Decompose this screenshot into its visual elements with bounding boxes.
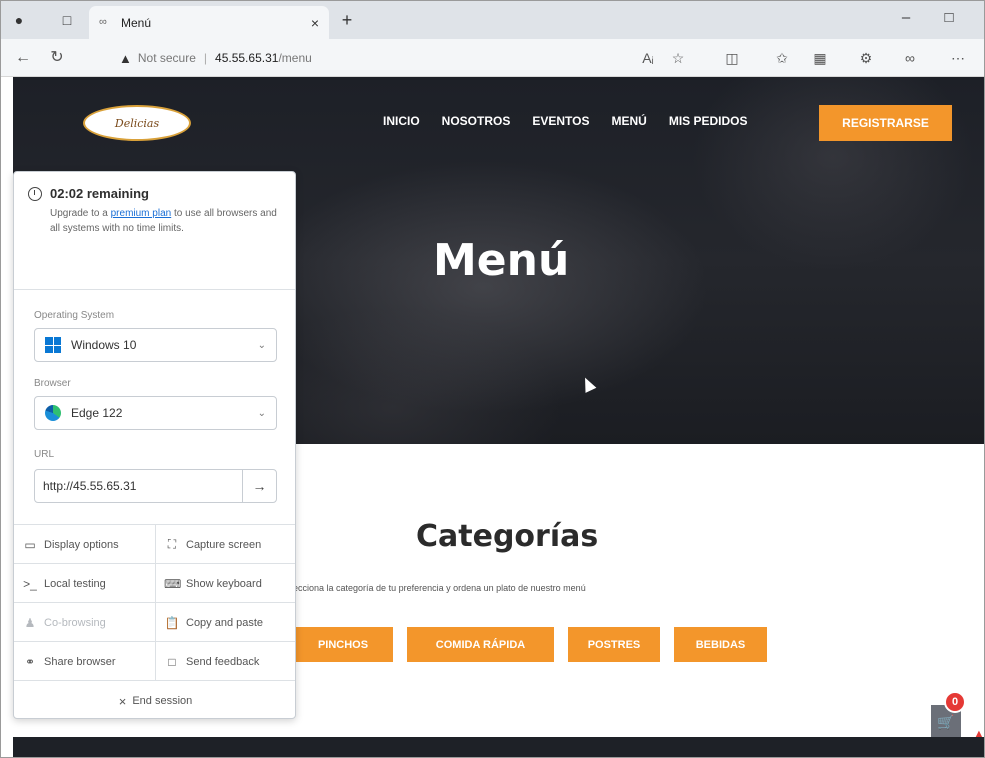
- nav-mis-pedidos[interactable]: MIS PEDIDOS: [669, 111, 748, 131]
- close-tab-icon[interactable]: ×: [311, 15, 319, 31]
- go-arrow-icon[interactable]: →: [242, 470, 276, 502]
- monitor-icon: ▭: [24, 537, 36, 552]
- browser-select[interactable]: Edge 122 ⌄: [34, 396, 277, 430]
- edge-logo-icon: [45, 405, 61, 421]
- send-feedback-label: Send feedback: [186, 655, 260, 668]
- split-screen-icon[interactable]: ◫: [721, 47, 743, 69]
- category-postres-button[interactable]: POSTRES: [568, 627, 660, 662]
- categories-subtitle: ecciona la categoría de tu preferencia y…: [293, 583, 586, 593]
- site-nav: INICIO NOSOTROS EVENTOS MENÚ MIS PEDIDOS: [383, 111, 770, 131]
- collections-icon[interactable]: ▦: [809, 47, 831, 69]
- upgrade-notice: Upgrade to a premium plan to use all bro…: [50, 206, 280, 236]
- session-panel: 02:02 remaining Upgrade to a premium pla…: [13, 171, 296, 719]
- local-testing-label: Local testing: [44, 577, 106, 590]
- tab-bar: ● □ ∞ Menú × + – □: [1, 1, 984, 39]
- clock-icon: [28, 187, 42, 201]
- address-bar[interactable]: ▲ Not secure | 45.55.65.31 /menu: [119, 47, 619, 69]
- favorite-star-icon[interactable]: ☆: [667, 47, 689, 69]
- extensions-icon[interactable]: ⚙: [855, 47, 877, 69]
- display-options-label: Display options: [44, 538, 119, 551]
- browser-value: Edge 122: [71, 406, 123, 420]
- panel-actions: ▭ Display options ⛶ Capture screen >_ Lo…: [14, 524, 295, 718]
- link-icon: ⚭: [24, 654, 36, 669]
- tab-actions-icon[interactable]: □: [57, 10, 77, 30]
- address-bar-row: ← ↻ ▲ Not secure | 45.55.65.31 /menu Aᵢ …: [1, 39, 984, 77]
- nav-eventos[interactable]: EVENTOS: [532, 111, 589, 131]
- profile-icon[interactable]: ●: [9, 10, 29, 30]
- nav-inicio[interactable]: INICIO: [383, 111, 420, 131]
- security-label: Not secure: [137, 51, 196, 65]
- chevron-down-icon: ⌄: [257, 407, 266, 419]
- message-icon: □: [168, 654, 176, 669]
- capture-screen-button[interactable]: ⛶ Capture screen: [155, 525, 295, 564]
- page-favicon-icon: ∞: [99, 15, 107, 28]
- url-input[interactable]: [35, 470, 242, 502]
- send-feedback-button[interactable]: □ Send feedback: [155, 642, 295, 681]
- os-label: Operating System: [34, 310, 115, 321]
- keyboard-icon: ⌨: [164, 576, 182, 591]
- more-options-icon[interactable]: ⋯: [947, 47, 969, 69]
- categories-title: Categorías: [416, 519, 599, 554]
- upgrade-prefix: Upgrade to a: [50, 208, 111, 219]
- favorites-icon[interactable]: ✩: [771, 47, 793, 69]
- clipboard-icon: 📋: [164, 615, 180, 630]
- read-aloud-icon[interactable]: Aᵢ: [637, 47, 659, 69]
- category-pinchos-button[interactable]: PINCHOS: [293, 627, 393, 662]
- users-icon: ♟: [24, 615, 36, 630]
- url-field: →: [34, 469, 277, 503]
- back-icon[interactable]: ←: [11, 47, 35, 69]
- nav-menu[interactable]: MENÚ: [611, 111, 646, 131]
- show-keyboard-label: Show keyboard: [186, 577, 262, 590]
- new-tab-icon[interactable]: +: [337, 10, 357, 31]
- warning-icon: ▲: [119, 50, 132, 66]
- co-browsing-label: Co-browsing: [44, 616, 106, 629]
- hero-title: Menú: [433, 235, 570, 286]
- os-select[interactable]: Windows 10 ⌄: [34, 328, 277, 362]
- local-testing-button[interactable]: >_ Local testing: [14, 564, 155, 603]
- copy-paste-button[interactable]: 📋 Copy and paste: [155, 603, 295, 642]
- mouse-cursor-icon: [579, 375, 597, 393]
- url-path: /menu: [278, 51, 312, 65]
- co-browsing-button[interactable]: ♟ Co-browsing: [14, 603, 155, 642]
- register-button[interactable]: REGISTRARSE: [819, 105, 952, 141]
- end-session-button[interactable]: × End session: [14, 681, 295, 718]
- browser-label: Browser: [34, 378, 71, 389]
- os-value: Windows 10: [71, 338, 137, 352]
- nav-nosotros[interactable]: NOSOTROS: [442, 111, 511, 131]
- time-remaining: 02:02 remaining: [50, 186, 149, 201]
- capture-screen-label: Capture screen: [186, 538, 262, 551]
- tab-title: Menú: [121, 15, 152, 30]
- profile-sync-icon[interactable]: ∞: [899, 47, 921, 69]
- timer-box: 02:02 remaining Upgrade to a premium pla…: [14, 172, 295, 290]
- show-keyboard-button[interactable]: ⌨ Show keyboard: [155, 564, 295, 603]
- address-separator: |: [203, 51, 208, 65]
- browser-window: ● □ ∞ Menú × + – □ ← ↻ ▲ Not secure | 45…: [0, 0, 985, 758]
- cart-count-badge: 0: [944, 691, 966, 713]
- minimize-icon[interactable]: –: [896, 9, 916, 26]
- windows-logo-icon: [45, 337, 61, 353]
- maximize-icon[interactable]: □: [939, 9, 959, 26]
- footer-band: [13, 737, 984, 757]
- terminal-icon: >_: [23, 576, 37, 591]
- copy-paste-label: Copy and paste: [186, 616, 264, 629]
- share-browser-button[interactable]: ⚭ Share browser: [14, 642, 155, 681]
- category-buttons: PINCHOS COMIDA RÁPIDA POSTRES BEBIDAS: [293, 627, 781, 662]
- display-options-button[interactable]: ▭ Display options: [14, 525, 155, 564]
- category-bebidas-button[interactable]: BEBIDAS: [674, 627, 767, 662]
- url-host: 45.55.65.31: [215, 51, 279, 65]
- category-comida-rapida-button[interactable]: COMIDA RÁPIDA: [407, 627, 554, 662]
- refresh-icon[interactable]: ↻: [45, 47, 69, 69]
- end-session-label: End session: [132, 695, 193, 707]
- capture-icon: ⛶: [167, 537, 177, 551]
- premium-plan-link[interactable]: premium plan: [111, 208, 172, 219]
- close-icon: ×: [118, 693, 127, 709]
- chevron-down-icon: ⌄: [257, 339, 266, 351]
- tab-menu[interactable]: ∞ Menú ×: [89, 6, 329, 39]
- share-browser-label: Share browser: [44, 655, 116, 668]
- url-label: URL: [34, 449, 55, 460]
- site-logo[interactable]: Delicias: [83, 105, 191, 141]
